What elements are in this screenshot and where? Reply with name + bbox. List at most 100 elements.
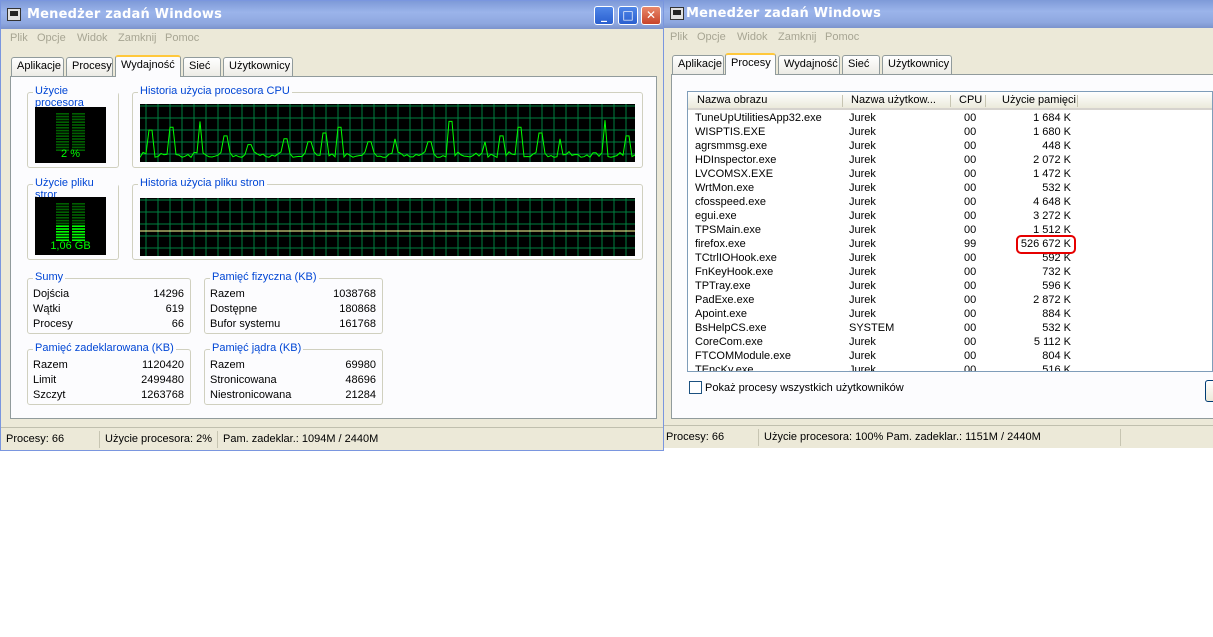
- pagefile-history-group: Historia użycia pliku stron: [132, 177, 643, 260]
- show-all-processes-checkbox[interactable]: [689, 381, 702, 394]
- column-divider[interactable]: [842, 95, 843, 107]
- process-name: firefox.exe: [695, 238, 746, 250]
- meter-segment: [72, 129, 85, 132]
- status-divider: [99, 431, 100, 448]
- task-manager-icon: [7, 8, 21, 21]
- process-row[interactable]: FTCOMModule.exe Jurek 00 804 K: [688, 350, 1212, 364]
- meter-segment: [72, 219, 85, 222]
- pagefile-usage-value: 1,06 GB: [50, 240, 91, 252]
- process-cpu: 00: [964, 140, 977, 152]
- meter-segment: [72, 231, 85, 233]
- physical-memory-row: Razem 1038768: [210, 288, 376, 303]
- tab-network[interactable]: Sieć: [183, 57, 221, 76]
- maximize-button[interactable]: □: [618, 6, 638, 25]
- menu-close[interactable]: Zamknij: [118, 32, 157, 44]
- column-cpu[interactable]: CPU: [959, 94, 982, 106]
- process-user: Jurek: [849, 126, 876, 138]
- tab-processes[interactable]: Procesy: [66, 57, 113, 76]
- tab-applications[interactable]: Aplikacje: [11, 57, 64, 76]
- process-row[interactable]: egui.exe Jurek 00 3 272 K: [688, 210, 1212, 224]
- process-row[interactable]: WrtMon.exe Jurek 00 532 K: [688, 182, 1212, 196]
- column-divider[interactable]: [985, 95, 986, 107]
- process-name: CoreCom.exe: [695, 336, 763, 348]
- process-row[interactable]: WISPTIS.EXE Jurek 00 1 680 K: [688, 126, 1212, 140]
- process-row[interactable]: agrsmmsg.exe Jurek 00 448 K: [688, 140, 1212, 154]
- process-memory: 1 472 K: [1033, 168, 1071, 180]
- meter-segment: [56, 205, 69, 208]
- menu-view[interactable]: Widok: [77, 32, 108, 44]
- process-row[interactable]: LVCOMSX.EXE Jurek 00 1 472 K: [688, 168, 1212, 182]
- menu-view[interactable]: Widok: [737, 31, 768, 43]
- column-memory-usage[interactable]: Użycie pamięci: [1002, 94, 1076, 106]
- process-row[interactable]: Apoint.exe Jurek 00 884 K: [688, 308, 1212, 322]
- process-row[interactable]: TuneUpUtilitiesApp32.exe Jurek 00 1 684 K: [688, 112, 1212, 126]
- meter-segment: [72, 228, 85, 230]
- menu-options[interactable]: Opcje: [37, 32, 66, 44]
- tab-users[interactable]: Użytkownicy: [882, 55, 952, 74]
- tab-performance[interactable]: Wydajność: [778, 55, 840, 74]
- menu-file[interactable]: Plik: [10, 32, 28, 44]
- meter-segment: [72, 143, 85, 146]
- column-user-name[interactable]: Nazwa użytkow...: [851, 94, 936, 106]
- tab-network[interactable]: Sieć: [842, 55, 880, 74]
- process-cpu: 00: [964, 280, 977, 292]
- process-row[interactable]: FnKeyHook.exe Jurek 00 732 K: [688, 266, 1212, 280]
- kernel-memory-value: 69980: [345, 359, 376, 371]
- status-cpu: Użycie procesora: 2%: [105, 433, 212, 445]
- process-row[interactable]: PadExe.exe Jurek 00 2 872 K: [688, 294, 1212, 308]
- close-button[interactable]: ✕: [641, 6, 661, 25]
- menu-help[interactable]: Pomoc: [825, 31, 859, 43]
- process-user: Jurek: [849, 266, 876, 278]
- totals-label: Dojścia: [33, 288, 70, 300]
- tab-performance[interactable]: Wydajność: [115, 55, 181, 77]
- commit-charge-label: Limit: [33, 374, 57, 386]
- process-row[interactable]: TEncKy.exe Jurek 00 516 K: [688, 364, 1212, 371]
- pagefile-usage-group: Użycie pliku stror 1,06 GB: [27, 177, 119, 260]
- minimize-button[interactable]: _: [594, 6, 614, 25]
- process-row[interactable]: BsHelpCS.exe SYSTEM 00 532 K: [688, 322, 1212, 336]
- process-row[interactable]: cfosspeed.exe Jurek 00 4 648 K: [688, 196, 1212, 210]
- process-memory: 804 K: [1042, 350, 1071, 362]
- process-memory: 2 872 K: [1033, 294, 1071, 306]
- process-row[interactable]: TPSMain.exe Jurek 00 1 512 K: [688, 224, 1212, 238]
- title-bar[interactable]: Menedżer zadań Windows _ □ ✕: [1, 1, 663, 29]
- cpu-history-chart: [140, 104, 635, 162]
- tab-applications[interactable]: Aplikacje: [672, 55, 724, 74]
- physical-memory-group: Pamięć fizyczna (KB) Razem 1038768 Dostęp…: [204, 271, 383, 334]
- memory-highlight-circle: [1016, 235, 1076, 254]
- process-cpu: 00: [964, 154, 977, 166]
- column-image-name[interactable]: Nazwa obrazu: [697, 94, 767, 106]
- show-all-processes-label[interactable]: Pokaż procesy wszystkich użytkowników: [705, 382, 904, 394]
- process-user: Jurek: [849, 238, 876, 250]
- totals-value: 66: [171, 318, 184, 330]
- meter-segment: [72, 225, 85, 227]
- title-bar[interactable]: Menedżer zadań Windows: [664, 0, 1213, 28]
- totals-value: 619: [165, 303, 184, 315]
- process-memory: 2 072 K: [1033, 154, 1071, 166]
- end-process-button[interactable]: [1205, 380, 1213, 402]
- menu-close[interactable]: Zamknij: [778, 31, 817, 43]
- column-divider[interactable]: [950, 95, 951, 107]
- process-row[interactable]: HDInspector.exe Jurek 00 2 072 K: [688, 154, 1212, 168]
- process-row[interactable]: TPTray.exe Jurek 00 596 K: [688, 280, 1212, 294]
- process-user: Jurek: [849, 140, 876, 152]
- commit-charge-value: 1263768: [141, 389, 184, 401]
- status-bar: Procesy: 66 Użycie procesora: 2% Pam. za…: [1, 427, 663, 450]
- menu-options[interactable]: Opcje: [697, 31, 726, 43]
- menu-file[interactable]: Plik: [670, 31, 688, 43]
- process-list[interactable]: Nazwa obrazu Nazwa użytkow... CPU Użycie…: [687, 91, 1213, 372]
- meter-segment: [56, 118, 69, 121]
- process-row[interactable]: TCtrlIOHook.exe Jurek 00 592 K: [688, 252, 1212, 266]
- column-divider[interactable]: [1077, 95, 1078, 107]
- process-memory: 448 K: [1042, 140, 1071, 152]
- task-manager-window-performance: Menedżer zadań Windows _ □ ✕ Plik Opcje …: [0, 0, 664, 451]
- tab-processes[interactable]: Procesy: [725, 53, 776, 75]
- tab-users[interactable]: Użytkownicy: [223, 57, 293, 76]
- process-row[interactable]: CoreCom.exe Jurek 00 5 112 K: [688, 336, 1212, 350]
- status-processes: Procesy: 66: [6, 433, 65, 445]
- cpu-usage-value: 2 %: [61, 148, 80, 160]
- menu-help[interactable]: Pomoc: [165, 32, 199, 44]
- process-row[interactable]: firefox.exe Jurek 99 526 672 K: [688, 238, 1212, 252]
- meter-segment: [72, 118, 85, 121]
- process-memory: 5 112 K: [1033, 336, 1071, 348]
